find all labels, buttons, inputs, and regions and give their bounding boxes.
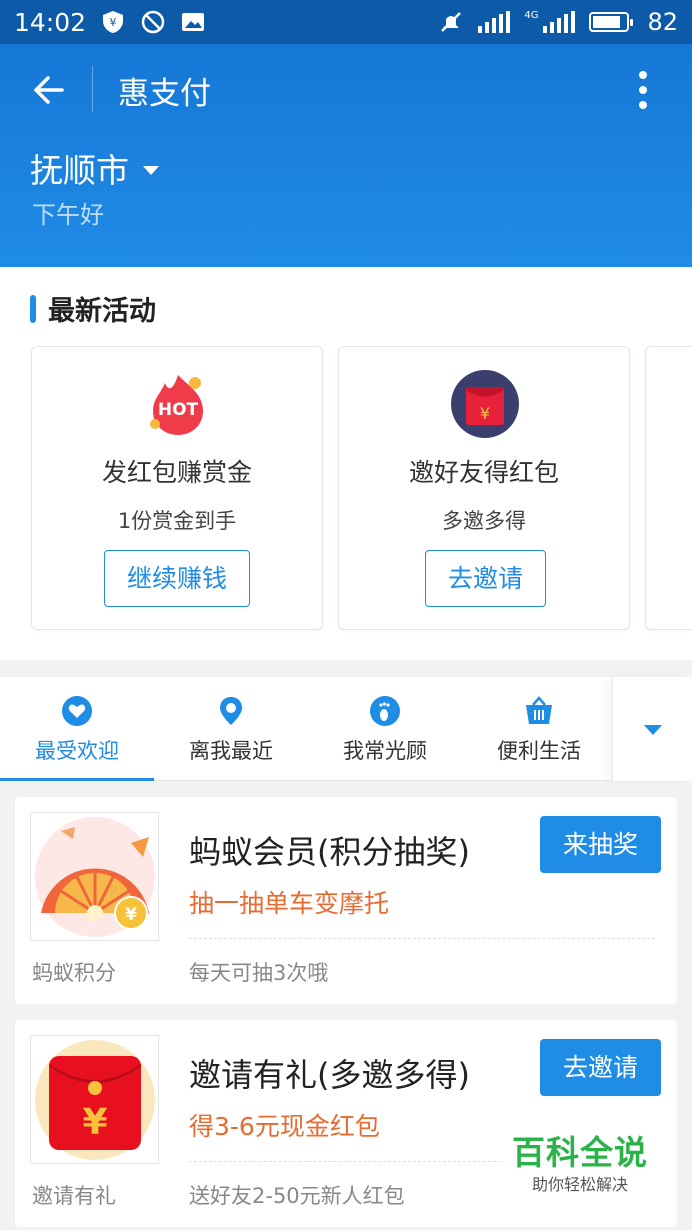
greeting-text: 下午好 bbox=[32, 201, 104, 229]
invite-button[interactable]: 去邀请 bbox=[540, 1039, 661, 1096]
activity-card-partial[interactable] bbox=[645, 346, 692, 630]
hot-badge-text: HOT bbox=[158, 400, 199, 420]
tab-label: 便利生活 bbox=[497, 739, 581, 763]
activity-card-invite[interactable]: ¥ 邀好友得红包 多邀多得 去邀请 bbox=[338, 346, 630, 630]
tab-convenience[interactable]: 便利生活 bbox=[462, 677, 616, 781]
red-envelope-icon: ¥ bbox=[451, 370, 519, 438]
tab-label: 我常光顾 bbox=[343, 739, 427, 763]
shop-name: 邀请有礼 bbox=[32, 1184, 116, 1208]
battery-icon bbox=[589, 12, 634, 32]
continue-earning-button[interactable]: 继续赚钱 bbox=[104, 550, 250, 607]
hot-icon: HOT bbox=[150, 375, 203, 435]
deal-thumbnail: ¥ bbox=[30, 1035, 159, 1164]
red-envelope-icon: ¥ bbox=[35, 1040, 155, 1160]
tab-nearest[interactable]: 离我最近 bbox=[154, 677, 308, 781]
chevron-down-icon bbox=[644, 725, 662, 735]
deal-title: 邀请有礼(多邀多得) bbox=[189, 1056, 470, 1094]
page-title: 惠支付 bbox=[118, 76, 211, 112]
network-type: 4G bbox=[524, 10, 539, 21]
deal-thumbnail: ¥ bbox=[30, 812, 159, 941]
status-right: 4G 82 bbox=[438, 8, 678, 36]
chevron-down-icon bbox=[143, 165, 159, 175]
yuan-glyph: ¥ bbox=[480, 404, 490, 423]
card-title: 邀好友得红包 bbox=[408, 458, 559, 487]
card-subtitle: 1份赏金到手 bbox=[117, 509, 237, 533]
header-divider bbox=[92, 66, 93, 112]
cellular-signal-icon: 4G bbox=[524, 10, 576, 33]
shield-yuan-icon: ¥ bbox=[103, 11, 124, 33]
wifi-signal-icon bbox=[478, 11, 511, 33]
watermark-subtitle: 助你轻松解决 bbox=[531, 1175, 628, 1194]
shop-name: 蚂蚁积分 bbox=[32, 961, 116, 985]
deal-note: 送好友2-50元新人红包 bbox=[189, 1184, 405, 1208]
deal-note: 每天可抽3次哦 bbox=[189, 961, 329, 985]
more-vertical-icon[interactable] bbox=[638, 70, 648, 110]
deal-subtitle: 得3-6元现金红包 bbox=[189, 1112, 380, 1141]
card-subtitle: 多邀多得 bbox=[442, 509, 526, 533]
battery-fill bbox=[593, 16, 620, 28]
image-icon bbox=[182, 13, 205, 31]
tabs-dropdown-button[interactable] bbox=[612, 677, 692, 781]
tab-label: 最受欢迎 bbox=[35, 739, 119, 763]
svg-text:¥: ¥ bbox=[110, 16, 117, 29]
category-tabs: 最受欢迎 离我最近 我常光顾 便利生活 bbox=[0, 677, 692, 781]
deal-card-ant-points[interactable]: ¥ 蚂蚁积分 蚂蚁会员(积分抽奖) 抽一抽单车变摩托 每天可抽3次哦 来抽奖 bbox=[15, 797, 677, 1004]
city-name: 抚顺市 bbox=[30, 151, 129, 190]
do-not-disturb-icon bbox=[141, 10, 165, 34]
tab-most-popular[interactable]: 最受欢迎 bbox=[0, 677, 154, 781]
activity-card-bounty[interactable]: HOT 发红包赚赏金 1份赏金到手 继续赚钱 bbox=[31, 346, 323, 630]
watermark-title: 百科全说 bbox=[512, 1133, 648, 1172]
draw-lottery-button[interactable]: 来抽奖 bbox=[540, 816, 661, 873]
section-title-text: 最新活动 bbox=[48, 296, 156, 327]
lottery-wheel-icon: ¥ bbox=[35, 817, 155, 937]
card-title: 发红包赚赏金 bbox=[101, 458, 252, 487]
city-selector[interactable]: 抚顺市 bbox=[30, 144, 159, 192]
section-accent-bar bbox=[30, 294, 36, 323]
heart-icon bbox=[62, 696, 92, 726]
deal-subtitle: 抽一抽单车变摩托 bbox=[189, 889, 390, 918]
footprint-icon bbox=[370, 696, 400, 726]
section-title: 最新活动 bbox=[30, 289, 156, 328]
mute-icon bbox=[441, 12, 462, 32]
status-time: 14:02 bbox=[14, 7, 87, 37]
deal-title: 蚂蚁会员(积分抽奖) bbox=[189, 833, 470, 871]
status-bar: 14:02 ¥ 4G 82 bbox=[0, 0, 692, 44]
invite-button[interactable]: 去邀请 bbox=[425, 550, 546, 607]
latest-activities-section: 最新活动 HOT 发红包赚赏金 1份赏金到手 继续赚钱 ¥ 邀好友得红包 多邀多… bbox=[0, 267, 692, 660]
tab-label: 离我最近 bbox=[189, 739, 273, 763]
location-pin-icon bbox=[220, 697, 242, 725]
tab-frequent[interactable]: 我常光顾 bbox=[308, 677, 462, 781]
divider bbox=[189, 938, 655, 939]
basket-icon bbox=[526, 696, 552, 724]
battery-level: 82 bbox=[647, 8, 678, 36]
watermark: 百科全说 助你轻松解决 bbox=[500, 1130, 660, 1210]
back-arrow-icon[interactable] bbox=[28, 70, 68, 110]
app-header: 惠支付 抚顺市 下午好 bbox=[0, 44, 692, 267]
coin-yuan-glyph: ¥ bbox=[125, 905, 137, 925]
yuan-glyph: ¥ bbox=[82, 1102, 107, 1143]
